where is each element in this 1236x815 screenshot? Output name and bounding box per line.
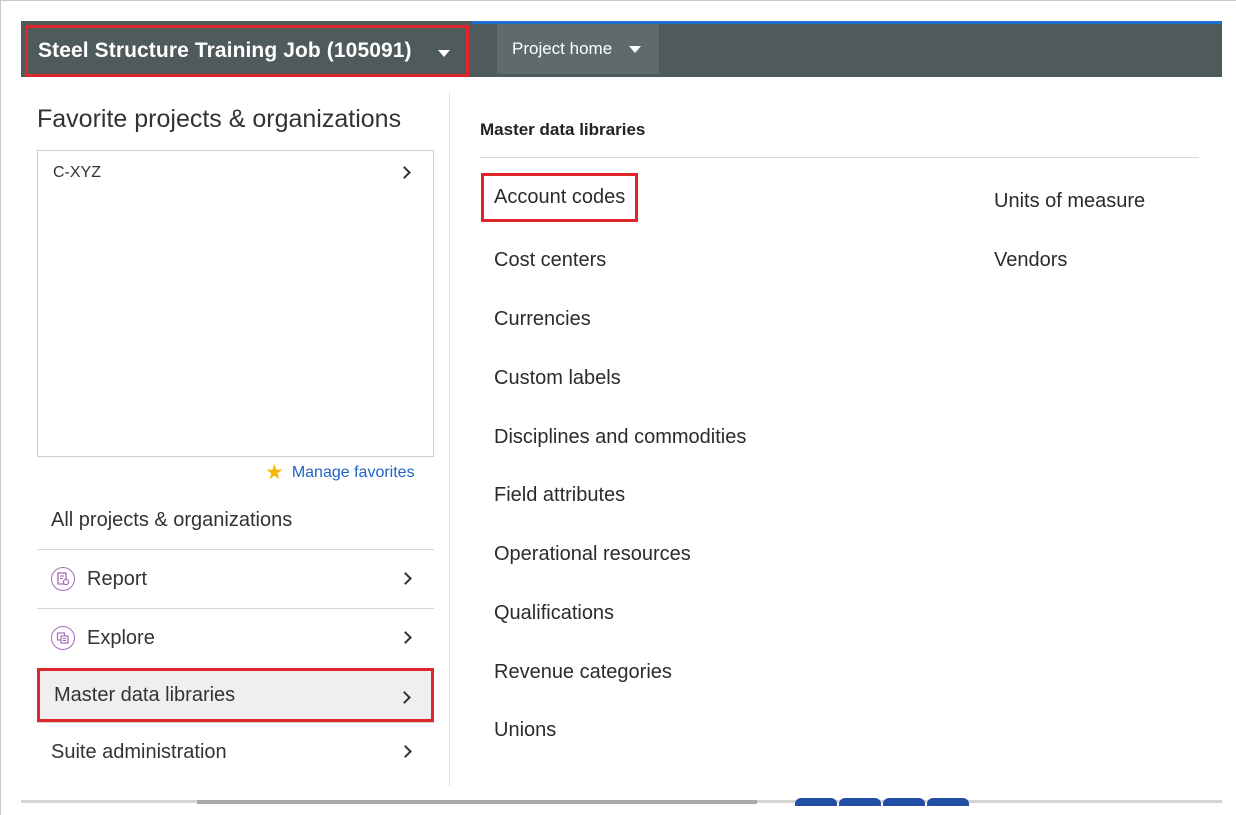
nav-item-label: Master data libraries (54, 683, 236, 706)
fragment-shape (839, 798, 881, 815)
project-selector-dropdown[interactable]: Steel Structure Training Job (105091) (25, 25, 469, 77)
underlying-page-fragment (795, 798, 970, 815)
library-link-revenue-categories[interactable]: Revenue categories (494, 661, 672, 684)
manage-favorites-label: Manage favorites (291, 463, 415, 481)
nav-item-suite-administration[interactable]: Suite administration (37, 722, 434, 781)
caret-down-icon (438, 50, 450, 57)
library-link-operational-resources[interactable]: Operational resources (494, 543, 691, 566)
master-data-title: Master data libraries (480, 120, 646, 139)
title-divider (480, 157, 1199, 158)
fragment-shape (795, 798, 837, 815)
nav-item-label: Explore (87, 626, 155, 649)
library-link-units-of-measure[interactable]: Units of measure (994, 190, 1145, 213)
chevron-right-icon (399, 745, 412, 758)
favorites-title: Favorite projects & organizations (37, 105, 402, 133)
library-link-vendors[interactable]: Vendors (994, 249, 1067, 272)
nav-list: Report Explore Master data libraries Sui… (37, 549, 434, 781)
chevron-right-icon (399, 572, 412, 585)
star-icon: ★ (265, 461, 284, 484)
project-home-dropdown[interactable]: Project home (497, 24, 659, 74)
project-home-label: Project home (512, 39, 613, 58)
favorite-item-c-xyz[interactable]: C-XYZ (38, 151, 433, 195)
library-link-unions[interactable]: Unions (494, 719, 556, 742)
bottom-scroll-fragment (197, 800, 757, 804)
fragment-shape (883, 798, 925, 815)
library-link-custom-labels[interactable]: Custom labels (494, 367, 621, 390)
favorites-list: C-XYZ (37, 150, 434, 457)
nav-item-label: Report (87, 567, 148, 590)
chevron-right-icon (398, 166, 411, 179)
fragment-shape (927, 798, 969, 815)
chevron-right-icon (399, 631, 412, 644)
left-panel: Favorite projects & organizations C-XYZ … (21, 77, 451, 790)
caret-down-icon (629, 46, 641, 53)
project-selector-label: Steel Structure Training Job (105091) (38, 39, 412, 62)
library-link-account-codes[interactable]: Account codes (481, 173, 639, 222)
chevron-right-icon (398, 691, 411, 704)
panel-divider (449, 92, 450, 786)
nav-item-master-data-libraries[interactable]: Master data libraries (37, 668, 434, 722)
library-link-cost-centers[interactable]: Cost centers (494, 249, 606, 272)
favorite-item-label: C-XYZ (53, 164, 101, 181)
manage-favorites-link[interactable]: ★ Manage favorites (265, 462, 415, 483)
nav-item-report[interactable]: Report (37, 549, 434, 608)
report-icon (51, 567, 75, 591)
explore-icon (51, 626, 75, 650)
nav-item-label: Suite administration (51, 740, 227, 763)
library-link-currencies[interactable]: Currencies (494, 308, 591, 331)
all-projects-link[interactable]: All projects & organizations (51, 509, 292, 532)
library-link-disciplines-and-commodities[interactable]: Disciplines and commodities (494, 426, 746, 449)
top-bar: Steel Structure Training Job (105091) Pr… (21, 21, 1222, 77)
nav-item-explore[interactable]: Explore (37, 608, 434, 667)
library-link-qualifications[interactable]: Qualifications (494, 602, 614, 625)
library-link-field-attributes[interactable]: Field attributes (494, 484, 625, 507)
